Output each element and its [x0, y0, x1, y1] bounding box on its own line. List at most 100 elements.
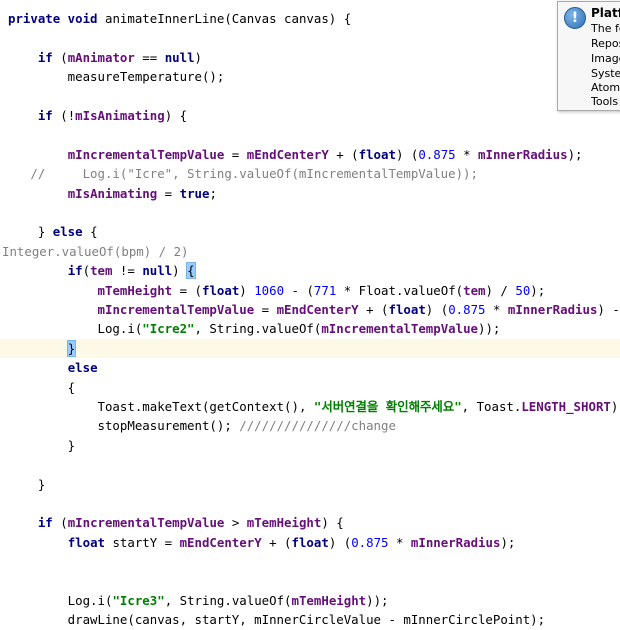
- code-token: 50: [515, 282, 531, 298]
- code-token: );: [530, 282, 546, 298]
- code-token: mIncrementalTempValue: [97, 302, 255, 317]
- code-token: ) {: [164, 108, 188, 123]
- code-line[interactable]: if(tem != null) {: [0, 261, 620, 280]
- code-line[interactable]: measureTemperature();: [0, 67, 620, 86]
- code-token: 0.875: [351, 534, 389, 550]
- code-token: else: [67, 360, 98, 376]
- code-token: mInnerRadius: [507, 302, 598, 317]
- code-token: if: [37, 49, 61, 65]
- code-line[interactable]: Toast.makeText(getContext(), "서버연결을 확인해주…: [0, 397, 620, 416]
- code-token: ) (: [395, 146, 419, 162]
- code-line[interactable]: [0, 552, 620, 571]
- code-line[interactable]: mIncrementalTempValue = mEndCenterY + (f…: [0, 145, 620, 164]
- code-line[interactable]: } else {: [0, 222, 620, 241]
- notification-popup[interactable]: ! Platfo The fo Repos Image Syster Atom …: [557, 1, 620, 111]
- code-token: {: [8, 379, 76, 395]
- code-token: ) (: [328, 534, 352, 550]
- code-line[interactable]: }: [0, 338, 620, 359]
- code-token: = (: [172, 282, 202, 298]
- code-line[interactable]: Log.i("Icre2", String.valueOf(mIncrement…: [0, 319, 620, 338]
- code-token: float: [291, 534, 329, 550]
- code-token: valueOf: [231, 593, 285, 608]
- code-token: Log.: [8, 321, 128, 337]
- code-token: ///////////////change: [239, 418, 396, 434]
- code-token: !=: [112, 263, 143, 279]
- code-token: {: [186, 262, 196, 280]
- code-token: null: [164, 49, 195, 65]
- code-token: mEndCenterY: [179, 534, 262, 550]
- code-token: mIncrementalTempValue: [67, 515, 225, 531]
- code-token: *: [485, 302, 508, 317]
- code-line[interactable]: {: [0, 378, 620, 397]
- code-token: }: [8, 224, 53, 240]
- code-line[interactable]: Log.i("Icre3", String.valueOf(mTemHeight…: [0, 591, 620, 610]
- code-line[interactable]: else: [0, 358, 620, 377]
- code-line[interactable]: [0, 494, 620, 513]
- code-token: }: [8, 476, 46, 492]
- code-token: true: [179, 185, 210, 201]
- code-token: (: [455, 282, 464, 298]
- code-token: Toast.: [8, 399, 143, 414]
- code-token: float: [388, 302, 426, 317]
- code-token: "Icre3": [112, 593, 165, 608]
- code-token: (: [82, 263, 91, 279]
- code-line[interactable]: }: [0, 436, 620, 455]
- code-token: mInnerRadius: [478, 146, 568, 162]
- code-line[interactable]: if (mIncrementalTempValue > mTemHeight) …: [0, 513, 620, 532]
- code-token: 0.875: [418, 146, 456, 162]
- code-line[interactable]: [0, 455, 620, 474]
- code-line[interactable]: float startY = mEndCenterY + (float) (0.…: [0, 533, 620, 552]
- code-token: i: [97, 593, 105, 608]
- code-line[interactable]: [0, 28, 620, 47]
- code-token: }: [8, 437, 76, 453]
- code-line[interactable]: private void animateInnerLine(Canvas can…: [0, 9, 620, 28]
- code-token: =: [157, 185, 180, 201]
- code-token: (: [60, 49, 68, 65]
- code-token: * Float.: [336, 282, 404, 298]
- code-line[interactable]: mIncrementalTempValue = mEndCenterY + (f…: [0, 300, 620, 319]
- code-line[interactable]: drawLine(canvas, startY, mInnerCircleVal…: [0, 610, 620, 629]
- code-token: valueOf: [403, 282, 456, 298]
- code-token: stopMeasurement();: [8, 418, 240, 434]
- code-line[interactable]: [0, 87, 620, 106]
- code-token: i: [127, 321, 135, 337]
- code-line[interactable]: }: [0, 475, 620, 494]
- code-token: ==: [134, 49, 165, 65]
- code-token: "Icre2": [142, 321, 195, 337]
- code-token: startY =: [112, 534, 180, 550]
- code-token: mIncrementalTempValue: [321, 321, 478, 337]
- code-line[interactable]: Integer.valueOf(bpm) / 2): [0, 242, 620, 261]
- code-editor[interactable]: private void animateInnerLine(Canvas can…: [0, 0, 620, 627]
- code-line[interactable]: if (mAnimator == null): [0, 48, 620, 67]
- code-line[interactable]: [0, 572, 620, 591]
- code-token: (!: [60, 108, 76, 123]
- code-line[interactable]: if (!mIsAnimating) {: [0, 106, 620, 125]
- code-token: mTemHeight: [246, 515, 322, 531]
- code-token: =: [224, 146, 247, 162]
- code-token: + (: [261, 534, 292, 550]
- code-line[interactable]: mIsAnimating = true;: [0, 184, 620, 203]
- info-icon: !: [564, 7, 586, 29]
- code-line[interactable]: mTemHeight = (float) 1060 - (771 * Float…: [0, 281, 620, 300]
- code-line[interactable]: // Log.i("Icre", String.valueOf(mIncreme…: [0, 164, 620, 183]
- code-token: , String.: [194, 321, 262, 337]
- code-line[interactable]: [0, 125, 620, 144]
- code-token: );: [567, 146, 583, 162]
- code-token: float: [358, 146, 396, 162]
- code-line[interactable]: stopMeasurement(); ///////////////change: [0, 416, 620, 435]
- code-line[interactable]: [0, 203, 620, 222]
- code-token: (getContext(),: [201, 399, 314, 414]
- code-token: LENGTH_SHORT: [521, 399, 611, 414]
- code-token: mIsAnimating: [67, 185, 158, 201]
- code-token: mTemHeight: [291, 593, 367, 608]
- code-token: private void: [8, 11, 105, 26]
- code-token: ));: [478, 321, 501, 337]
- code-token: "서버연결을 확인해주세요": [313, 399, 462, 414]
- code-token: mEndCenterY: [276, 302, 359, 317]
